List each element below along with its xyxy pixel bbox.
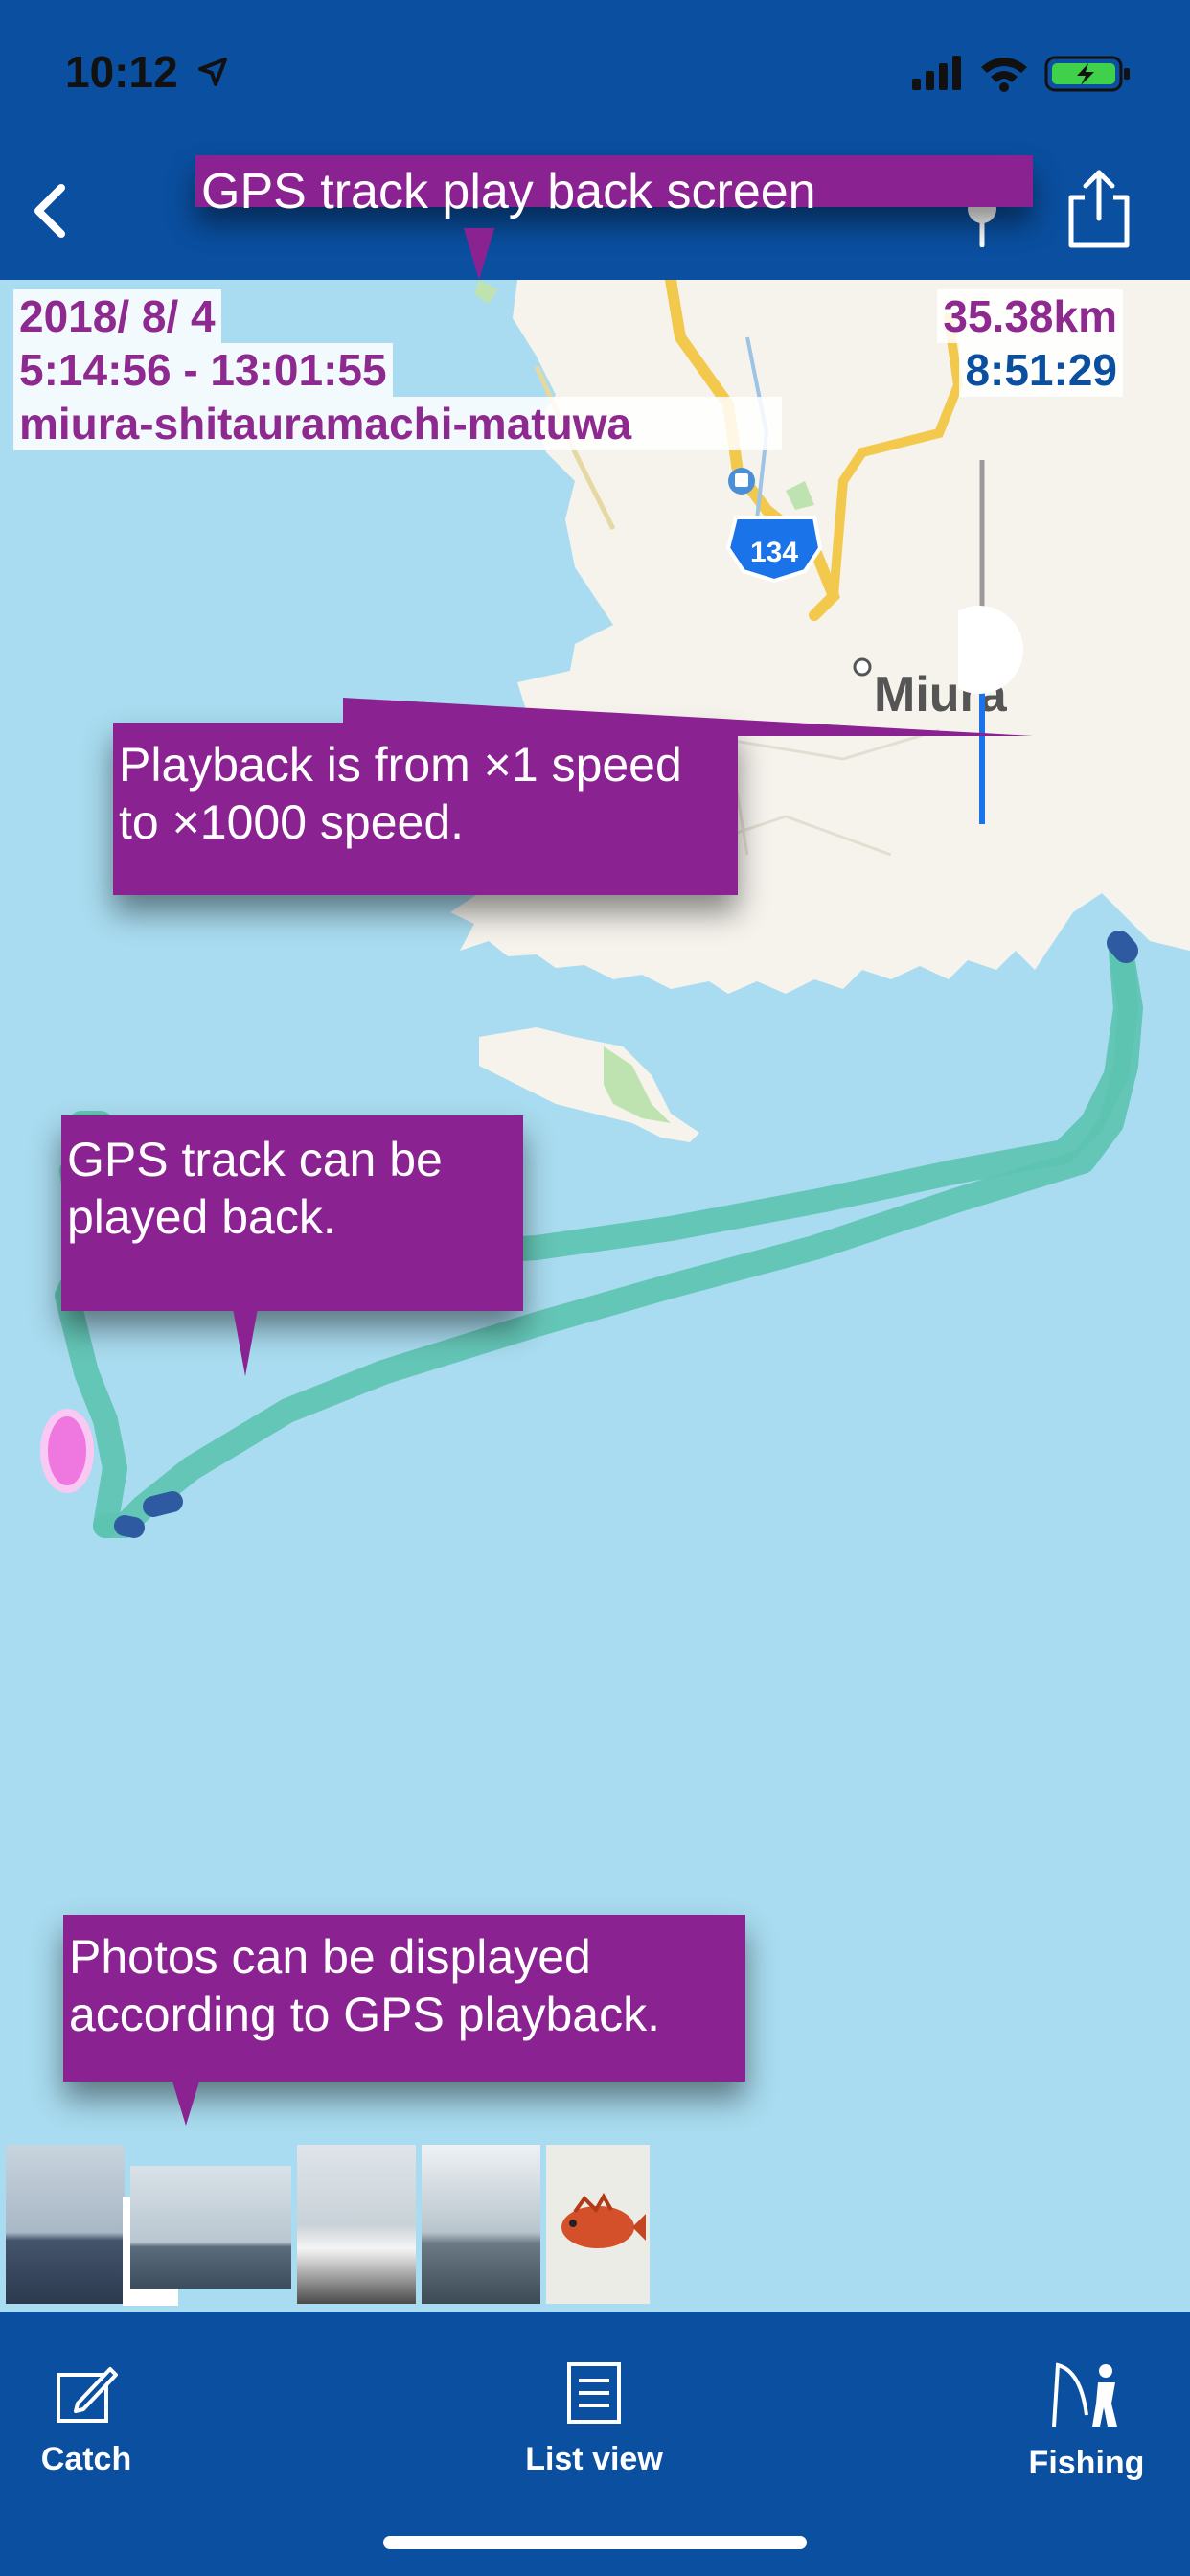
track-date: 2018/ 8/ 4: [13, 289, 221, 343]
callout-title: GPS track play back screen: [195, 155, 1033, 280]
callout-tail: [232, 1303, 259, 1376]
list-icon: [567, 2362, 621, 2424]
edit-icon: [57, 2367, 118, 2423]
location-arrow-icon: [198, 58, 227, 86]
tab-fishing-label: Fishing: [1028, 2445, 1145, 2481]
photo-thumbnail[interactable]: [422, 2145, 540, 2304]
callout-tail: [464, 228, 494, 280]
current-position-marker: [40, 1409, 94, 1493]
status-time: 10:12: [65, 47, 178, 97]
bus-stop-icon: [728, 468, 755, 494]
callout-tail: [172, 2082, 199, 2126]
share-icon[interactable]: [1065, 169, 1133, 249]
callout-speed-text: Playback is from ×1 speed to ×1000 speed…: [119, 738, 682, 849]
track-location: miura-shitauramachi-matuwa: [13, 397, 782, 450]
chevron-left-icon[interactable]: [23, 182, 80, 240]
wifi-icon: [981, 58, 1027, 92]
home-indicator: [383, 2536, 807, 2549]
tab-fishing[interactable]: Fishing: [1019, 2361, 1154, 2482]
cellular-signal-icon: [912, 56, 961, 90]
tab-list-view-label: List view: [525, 2441, 663, 2477]
track-duration: 8:51:29: [959, 343, 1123, 397]
battery-charging-icon: [1044, 56, 1130, 92]
photo-thumbnail[interactable]: [297, 2145, 416, 2304]
callout-tail: [343, 684, 1033, 736]
playback-speed-slider[interactable]: [958, 450, 1073, 834]
route-number-label: 134: [750, 537, 798, 568]
photo-thumbnail[interactable]: [130, 2166, 291, 2288]
photo-thumbnail[interactable]: [546, 2145, 650, 2304]
callout-track: GPS track can be played back.: [61, 1116, 523, 1376]
callout-photos: Photos can be displayed according to GPS…: [63, 1915, 745, 2126]
callout-speed: Playback is from ×1 speed to ×1000 speed…: [113, 698, 1033, 895]
fish-photo: [561, 2192, 646, 2248]
photo-strip: [0, 2145, 1190, 2308]
track-time-range: 5:14:56 - 13:01:55: [13, 343, 393, 397]
status-bar: 10:12: [0, 0, 1190, 144]
photo-thumbnail[interactable]: [6, 2145, 125, 2304]
tab-catch[interactable]: Catch: [29, 2363, 144, 2478]
callout-title-text: GPS track play back screen: [201, 164, 816, 219]
callout-photos-text: Photos can be displayed according to GPS…: [69, 1930, 660, 2041]
callout-track-text: GPS track can be played back.: [67, 1133, 443, 1244]
status-icons: [912, 56, 1130, 92]
tab-list-view[interactable]: List view: [517, 2361, 671, 2478]
tab-catch-label: Catch: [40, 2441, 132, 2477]
fishing-icon: [1052, 2362, 1117, 2427]
city-point: [853, 657, 872, 677]
track-distance: 35.38km: [937, 289, 1123, 343]
